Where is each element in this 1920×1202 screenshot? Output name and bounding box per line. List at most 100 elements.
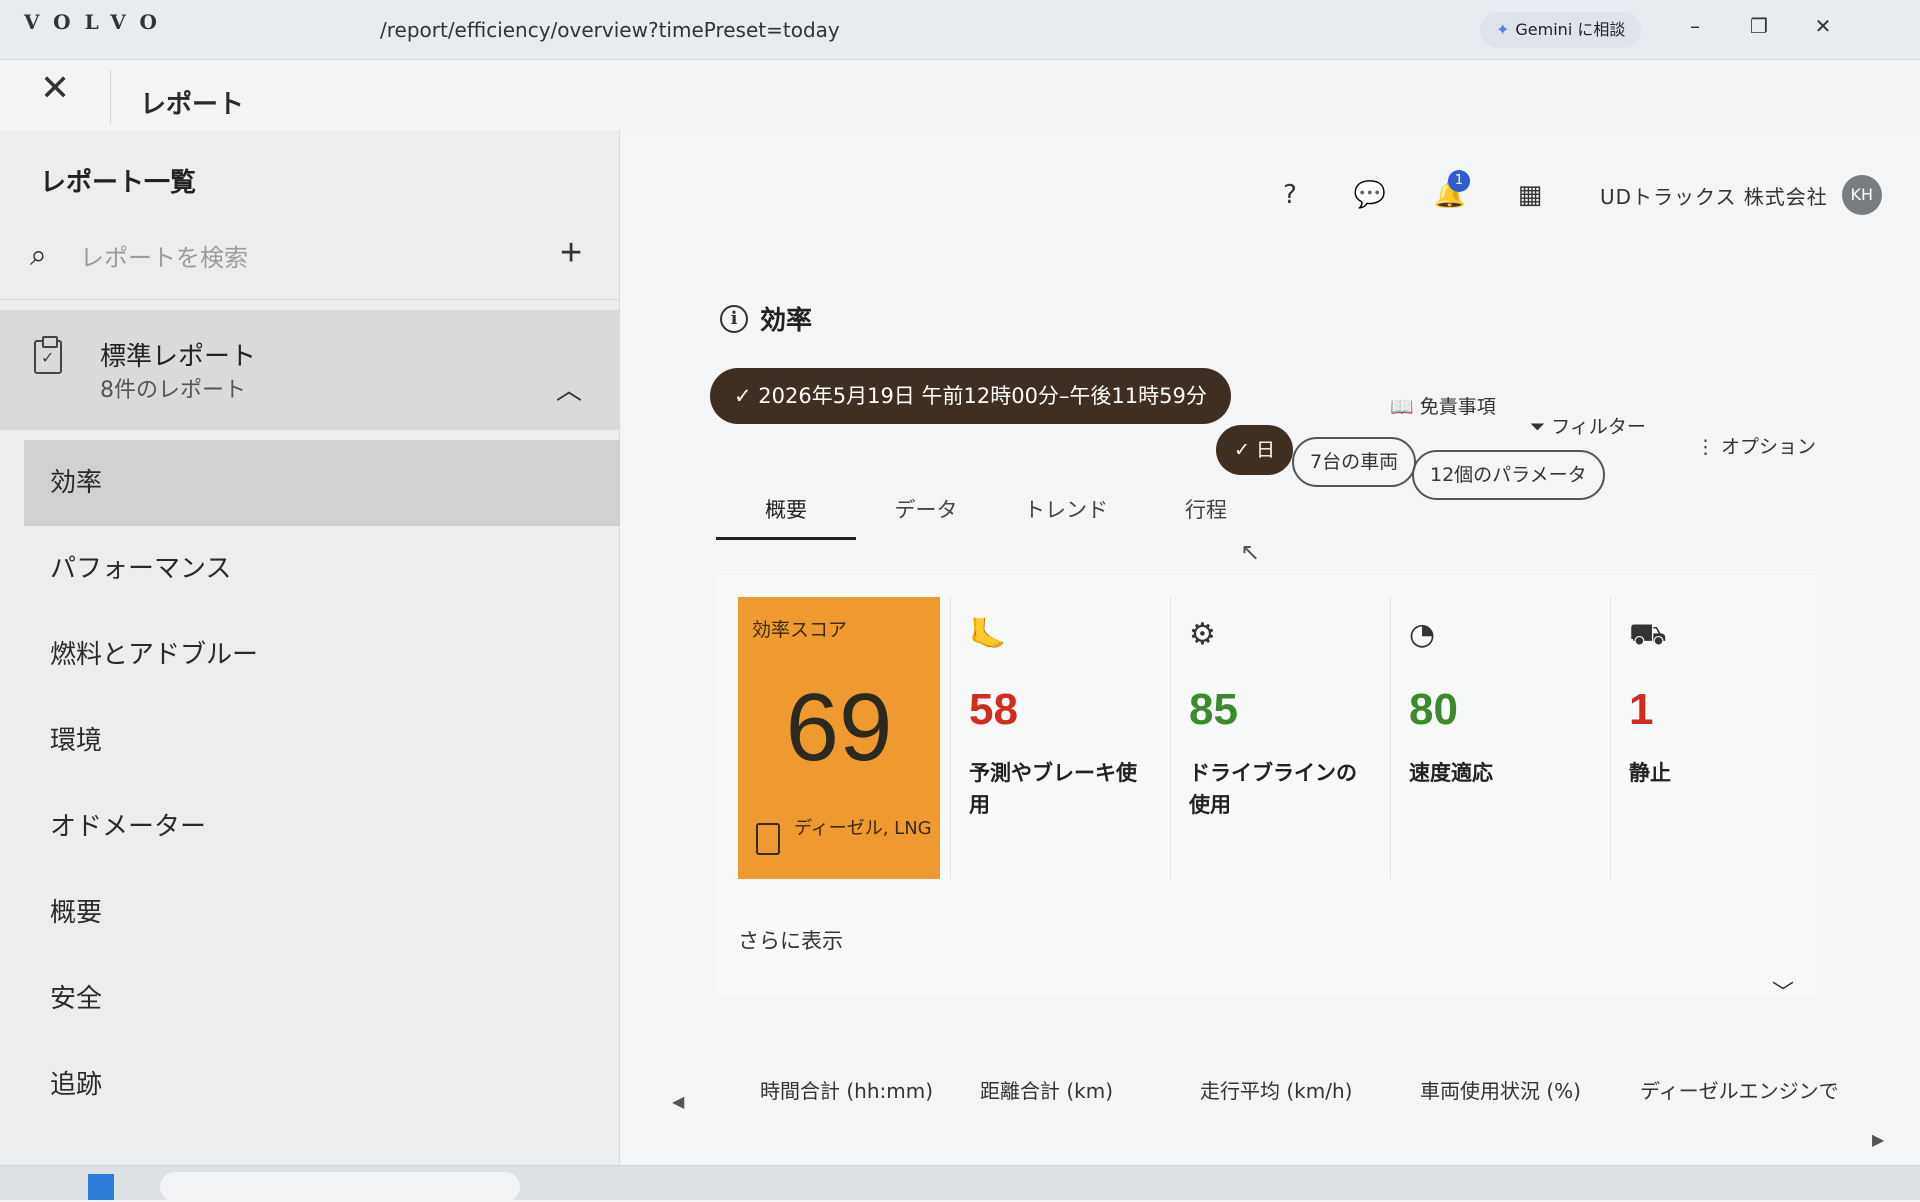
- avatar[interactable]: KH: [1841, 175, 1882, 215]
- standard-reports-group[interactable]: 標準レポート 8件のレポート ︿: [0, 310, 620, 430]
- show-more-link[interactable]: さらに表示: [738, 925, 843, 955]
- disclaimer-button[interactable]: 📖 免責事項: [1390, 392, 1496, 419]
- metric-value: 58: [969, 685, 1018, 734]
- tab-overview[interactable]: 概要: [716, 480, 856, 540]
- bell-icon[interactable]: 🔔 1: [1410, 170, 1490, 210]
- sidebar-item-overview[interactable]: 概要: [0, 870, 620, 956]
- efficiency-score-card[interactable]: 効率スコア 69 ディーゼル, LNG: [738, 597, 940, 879]
- scroll-right-arrow[interactable]: ▶: [1872, 1130, 1884, 1149]
- report-list: 効率 パフォーマンス 燃料とアドブルー 環境 オドメーター 概要 安全 追跡: [0, 440, 620, 1128]
- metrics-card: 効率スコア 69 ディーゼル, LNG 🦶 58 予測やブレーキ使用 ⚙ 85 …: [716, 575, 1816, 1006]
- score-fuel-type: ディーゼル, LNG: [794, 818, 932, 839]
- day-chip-label: 日: [1255, 439, 1275, 461]
- metric-idle[interactable]: ⛟ 1 静止: [1610, 597, 1820, 879]
- date-range-label: 2026年5月19日 午前12時00分–午後11時59分: [758, 384, 1207, 408]
- info-icon[interactable]: i: [720, 304, 748, 333]
- metric-driveline[interactable]: ⚙ 85 ドライブラインの使用: [1170, 597, 1380, 879]
- scroll-left-arrow[interactable]: ◀: [672, 1092, 684, 1111]
- options-label: オプション: [1721, 436, 1817, 458]
- page-title: レポート: [140, 90, 245, 120]
- day-chip[interactable]: ✓ 日: [1216, 425, 1293, 475]
- restore-button[interactable]: ❐: [1744, 14, 1774, 38]
- app-header: [0, 60, 1920, 130]
- column-header[interactable]: 距離合計 (km): [980, 1075, 1200, 1104]
- metric-value: 1: [1629, 685, 1654, 734]
- metric-label: 静止: [1629, 761, 1671, 785]
- filter-icon: ⏷: [1530, 416, 1552, 438]
- metric-value: 85: [1189, 685, 1238, 734]
- apps-grid-icon[interactable]: ▦: [1490, 180, 1570, 210]
- idle-truck-icon: ⛟: [1629, 617, 1667, 652]
- search-row: ⌕ +: [0, 220, 620, 300]
- metric-label: 予測やブレーキ使用: [969, 761, 1137, 817]
- more-vert-icon: ⋮: [1696, 436, 1722, 458]
- sidebar-item-environment[interactable]: 環境: [0, 698, 620, 784]
- clipboard-icon: [34, 336, 62, 374]
- sidebar-item-safety[interactable]: 安全: [0, 956, 620, 1042]
- metric-value: 80: [1409, 685, 1458, 734]
- column-header[interactable]: ディーゼルエンジンで: [1640, 1075, 1860, 1104]
- engine-icon: ⚙: [1189, 617, 1216, 652]
- taskbar-search[interactable]: [160, 1172, 520, 1202]
- sidebar-item-performance[interactable]: パフォーマンス: [0, 526, 620, 612]
- sidebar-item-efficiency[interactable]: 効率: [24, 440, 620, 526]
- notification-badge: 1: [1448, 170, 1470, 192]
- score-label: 効率スコア: [752, 619, 848, 641]
- foot-pedal-icon: 🦶: [969, 617, 1007, 652]
- group-title: 標準レポート: [100, 342, 257, 372]
- metric-label: ドライブラインの使用: [1189, 761, 1357, 817]
- vehicles-chip[interactable]: 7台の車両: [1292, 437, 1417, 487]
- column-header[interactable]: 走行平均 (km/h): [1200, 1075, 1420, 1104]
- score-value: 69: [785, 674, 893, 781]
- window-close-button[interactable]: ✕: [1808, 14, 1838, 38]
- minimize-button[interactable]: –: [1680, 14, 1710, 38]
- add-report-button[interactable]: +: [560, 232, 582, 275]
- address-bar[interactable]: /report/efficiency/overview?timePreset=t…: [380, 18, 840, 42]
- fuel-pump-icon: [756, 823, 780, 855]
- column-header[interactable]: 車両使用状況 (%): [1420, 1075, 1640, 1104]
- chevron-down-icon[interactable]: ﹀: [1772, 975, 1794, 1007]
- mouse-pointer-icon: ↖: [1240, 538, 1261, 566]
- windows-start-icon[interactable]: [88, 1174, 114, 1200]
- report-tabs: 概要 データ トレンド 行程: [716, 480, 1276, 540]
- filter-label: フィルター: [1551, 416, 1646, 438]
- group-subtitle: 8件のレポート: [100, 378, 246, 403]
- metric-label: 速度適応: [1409, 761, 1493, 785]
- gemini-label: Gemini に相談: [1515, 20, 1626, 39]
- search-input[interactable]: [80, 238, 520, 278]
- chevron-up-icon[interactable]: ︿: [556, 370, 582, 407]
- header-divider: [110, 70, 111, 124]
- sidebar-item-tracking[interactable]: 追跡: [0, 1042, 620, 1128]
- tab-trend[interactable]: トレンド: [996, 480, 1136, 540]
- help-icon[interactable]: ?: [1250, 180, 1330, 210]
- section-title: 効率: [760, 306, 813, 336]
- sidebar-title: レポート一覧: [40, 168, 197, 198]
- sidebar: レポート一覧 ⌕ + 標準レポート 8件のレポート ︿ 効率 パフォーマンス 燃…: [0, 130, 620, 1200]
- close-icon[interactable]: ✕: [40, 68, 70, 109]
- sidebar-item-odometer[interactable]: オドメーター: [0, 784, 620, 870]
- gemini-spark-icon: ✦: [1496, 20, 1510, 39]
- column-header[interactable]: 時間合計 (hh:mm): [760, 1075, 980, 1104]
- taskbar: [0, 1165, 1920, 1202]
- date-range-chip[interactable]: ✓ 2026年5月19日 午前12時00分–午後11時59分: [710, 368, 1231, 424]
- metric-speed-adaptation[interactable]: ◔ 80 速度適応: [1390, 597, 1600, 879]
- options-button[interactable]: ⋮ オプション: [1696, 432, 1816, 459]
- search-icon: ⌕: [30, 238, 47, 273]
- metric-anticipation[interactable]: 🦶 58 予測やブレーキ使用: [950, 597, 1160, 879]
- tab-data[interactable]: データ: [856, 480, 996, 540]
- app-toolbar: ? 💬 🔔 1 ▦ UDトラックス 株式会社 KH: [1250, 170, 1882, 215]
- sidebar-item-fuel-adblue[interactable]: 燃料とアドブルー: [0, 612, 620, 698]
- table-header: 時間合計 (hh:mm) 距離合計 (km) 走行平均 (km/h) 車両使用状…: [760, 1075, 1860, 1104]
- browser-toolbar: VOLVO /report/efficiency/overview?timePr…: [0, 0, 1920, 60]
- book-icon: 📖: [1390, 396, 1420, 418]
- company-name[interactable]: UDトラックス 株式会社: [1600, 181, 1828, 210]
- gemini-button[interactable]: ✦ Gemini に相談: [1480, 12, 1642, 48]
- brand-logo: VOLVO: [24, 10, 171, 34]
- chat-icon[interactable]: 💬: [1330, 180, 1410, 210]
- filter-button[interactable]: ⏷ フィルター: [1530, 412, 1646, 439]
- parameters-chip[interactable]: 12個のパラメータ: [1412, 450, 1605, 500]
- disclaimer-label: 免責事項: [1419, 396, 1496, 418]
- section-header: i 効率: [720, 300, 812, 337]
- tab-trips[interactable]: 行程: [1136, 480, 1276, 540]
- speedometer-icon: ◔: [1409, 617, 1436, 652]
